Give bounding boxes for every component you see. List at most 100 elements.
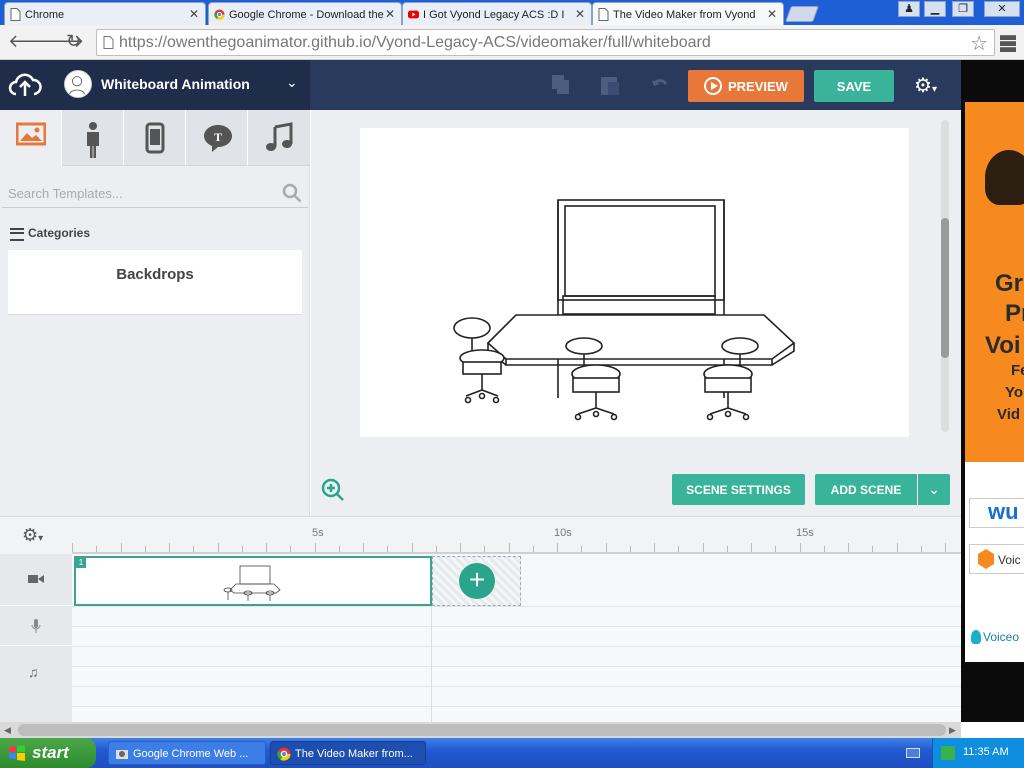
tab-text[interactable]: T [186, 110, 248, 166]
tab-images[interactable] [0, 110, 62, 166]
scene-clip[interactable]: 1 [74, 556, 432, 606]
chrome-menu-icon[interactable]: ▬ ▬ ▬ [1000, 28, 1016, 56]
clock[interactable]: 11:35 AM [963, 746, 1009, 758]
scene-settings-button[interactable]: SCENE SETTINGS [672, 474, 805, 505]
character-icon [87, 122, 99, 158]
add-scene-dropdown-chevron-icon[interactable]: ⌄ [918, 474, 950, 505]
scrollbar-thumb[interactable] [941, 218, 949, 358]
url-text: https://owenthegoanimator.github.io/Vyon… [119, 34, 711, 51]
address-bar[interactable]: https://owenthegoanimator.github.io/Vyon… [96, 29, 995, 56]
tab-characters[interactable] [62, 110, 124, 166]
scene-canvas[interactable] [360, 128, 909, 437]
tab-audio[interactable] [248, 110, 310, 166]
settings-gear-icon[interactable]: ⚙▾ [914, 73, 937, 98]
add-scene-slot[interactable]: + [432, 556, 521, 606]
tab-props[interactable] [124, 110, 186, 166]
ruler-tick [896, 543, 898, 552]
ruler-tick [193, 546, 195, 552]
ad-text: Vid [997, 406, 1021, 423]
add-scene-button[interactable]: ADD SCENE [815, 474, 917, 505]
tab-label: Chrome [25, 9, 65, 21]
taskbar-item-label: Google Chrome Web ... [133, 748, 249, 760]
close-tab-icon[interactable]: ✕ [767, 7, 777, 21]
time-ruler[interactable]: 5s 10s 15s [72, 517, 961, 554]
voice-track-header [0, 606, 72, 646]
timeline-horizontal-scrollbar[interactable]: ◀ ▶ [0, 722, 961, 738]
tab-label: I Got Vyond Legacy ACS :D I [423, 9, 565, 21]
category-backdrops[interactable]: Backdrops [8, 250, 302, 315]
chevron-down-icon[interactable]: ⌄ [286, 74, 298, 91]
microphone-icon [31, 619, 41, 633]
taskbar-item-chrome-web[interactable]: Google Chrome Web ... [108, 741, 266, 765]
ad-text: Voi [985, 332, 1021, 359]
ruler-tick [581, 546, 583, 552]
ruler-tick [435, 546, 437, 552]
close-tab-icon[interactable]: ✕ [189, 7, 199, 21]
ad-brand-panel[interactable]: wu Voic Voiceo [965, 462, 1024, 662]
close-window-button[interactable]: ✕ [984, 1, 1020, 17]
browser-tab-chrome[interactable]: Chrome ✕ [4, 2, 206, 25]
minimize-button[interactable]: ▁ [924, 1, 946, 17]
whiteboard-classroom-backdrop [453, 199, 796, 421]
network-icon[interactable] [941, 746, 955, 760]
ruler-tick [290, 546, 292, 552]
scrollbar-thumb[interactable] [18, 724, 946, 736]
user-icon[interactable]: ♟ [898, 1, 920, 17]
browser-tab-youtube[interactable]: I Got Vyond Legacy ACS :D I ✕ [402, 2, 592, 25]
keyboard-icon[interactable] [906, 748, 920, 758]
close-tab-icon[interactable]: ✕ [575, 7, 585, 21]
app-header: Whiteboard Animation ⌄ PREVIEW SAVE ⚙▾ [0, 60, 961, 110]
browser-tab-strip: Chrome ✕ Google Chrome - Download the ✕ … [0, 0, 1024, 25]
ruler-tick [217, 543, 219, 552]
ad-banner[interactable]: Gr Pr Voi Fe Yo Vid [965, 102, 1024, 462]
reload-icon[interactable]: ↻ [66, 31, 81, 52]
ruler-tick [702, 543, 704, 552]
plus-icon[interactable]: + [459, 563, 495, 599]
bookmark-star-icon[interactable]: ☆ [970, 31, 988, 56]
avatar[interactable] [64, 70, 92, 98]
stage-vertical-scrollbar[interactable] [941, 120, 949, 432]
start-label: start [32, 743, 69, 762]
new-tab-button[interactable] [785, 6, 819, 22]
save-button[interactable]: SAVE [814, 70, 894, 102]
ruler-tick [387, 546, 389, 552]
stage-area: SCENE SETTINGS ADD SCENE ⌄ [311, 110, 961, 516]
track-headers: ♫ [0, 554, 72, 723]
ruler-tick [823, 546, 825, 552]
timeline-settings-gear-icon[interactable]: ⚙▾ [22, 525, 43, 546]
project-title[interactable]: Whiteboard Animation [101, 76, 250, 92]
tab-label: Google Chrome - Download the [229, 9, 384, 21]
ruler-tick [314, 543, 316, 552]
youtube-icon [408, 10, 419, 19]
tab-label: The Video Maker from Vyond [613, 9, 756, 21]
search-icon[interactable] [282, 183, 302, 203]
restore-button[interactable]: ❐ [952, 1, 974, 17]
ruler-tick [751, 543, 752, 552]
svg-text:T: T [214, 130, 222, 144]
scroll-right-icon[interactable]: ▶ [949, 725, 956, 736]
start-button[interactable]: start [0, 738, 96, 768]
scene-thumbnail [223, 565, 281, 601]
ruler-tick [848, 543, 849, 552]
ad-brand-link[interactable]: Voiceo [969, 630, 1019, 644]
ruler-tick [678, 546, 680, 552]
header-left: Whiteboard Animation ⌄ [0, 60, 310, 110]
scroll-left-icon[interactable]: ◀ [4, 725, 11, 736]
search-templates-input[interactable]: Search Templates... [2, 178, 308, 208]
cloud-upload-icon[interactable] [8, 72, 42, 98]
browser-tab-video-maker[interactable]: The Video Maker from Vyond ✕ [592, 2, 784, 25]
categories-label[interactable]: Categories [10, 226, 90, 241]
browser-tab-google-chrome-download[interactable]: Google Chrome - Download the ✕ [208, 2, 402, 25]
scene-number: 1 [76, 558, 86, 568]
ruler-tick [920, 546, 922, 552]
ad-text: Fe [1011, 362, 1024, 379]
preview-button[interactable]: PREVIEW [688, 70, 804, 102]
ad-text: Pr [1005, 300, 1024, 327]
ruler-tick [363, 543, 364, 552]
close-tab-icon[interactable]: ✕ [385, 7, 395, 21]
ruler-tick [726, 546, 728, 552]
zoom-in-icon[interactable] [321, 478, 345, 502]
preview-label: PREVIEW [728, 79, 788, 94]
taskbar-item-video-maker[interactable]: The Video Maker from... [270, 741, 426, 765]
ruler-tick [169, 543, 170, 552]
